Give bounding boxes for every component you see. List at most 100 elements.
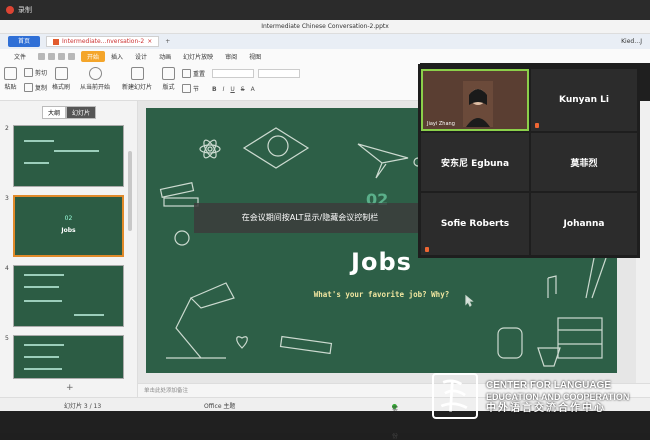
ribbon: 粘贴 剪切 复制 格式刷 从当前开始 新建幻灯片 版式 重置 节 B I U S… xyxy=(0,63,420,101)
meeting-control-hint: 在会议期间按ALT显示/隐藏会议控制栏 xyxy=(194,203,426,233)
theme-name: Office 主题 xyxy=(204,403,236,410)
format-painter-button[interactable]: 格式刷 xyxy=(52,67,70,91)
menu-start[interactable]: 开始 xyxy=(81,50,106,62)
cle-logo-icon xyxy=(432,373,478,419)
play-from-current-button[interactable]: 从当前开始 xyxy=(80,67,110,91)
bold-icon[interactable]: B xyxy=(212,86,217,93)
window-title: Intermediate Chinese Conversation-2.pptx xyxy=(0,20,650,34)
thumb-number: 2 xyxy=(5,125,9,132)
menu-file[interactable]: 文件 xyxy=(8,52,32,61)
scissors-icon xyxy=(24,68,33,77)
thumb-text-line xyxy=(24,300,62,302)
slide-thumbnail[interactable] xyxy=(13,335,124,379)
new-tab-button[interactable]: + xyxy=(165,38,170,45)
thumb-text-line xyxy=(24,140,54,142)
book-icon xyxy=(159,182,195,198)
participant-tile[interactable]: Kunyan Li xyxy=(531,69,637,131)
participant-name: 安东尼 Egbuna xyxy=(440,158,510,169)
user-account[interactable]: Kied…J xyxy=(621,38,642,45)
menu-insert[interactable]: 插入 xyxy=(105,52,129,61)
muted-mic-icon xyxy=(535,123,539,128)
play-icon xyxy=(88,67,102,80)
menu-slideshow[interactable]: 幻灯片放映 xyxy=(177,52,219,61)
print-icon[interactable] xyxy=(48,52,56,60)
tab-slides[interactable]: 幻灯片 xyxy=(66,106,97,119)
quick-access-toolbar xyxy=(32,52,81,60)
new-slide-icon xyxy=(130,67,144,80)
thumb-number: 5 xyxy=(5,335,9,342)
thumb-text-line xyxy=(24,344,64,346)
participant-tile[interactable]: 安东尼 Egbuna xyxy=(421,133,529,191)
thumb-title: Jobs xyxy=(61,227,76,234)
thumbnail-scrollbar[interactable] xyxy=(128,151,132,231)
participant-name: Sofie Roberts xyxy=(440,219,510,229)
paste-button[interactable]: 粘贴 xyxy=(4,67,17,91)
book-icon xyxy=(163,197,199,207)
copy-icon xyxy=(24,83,33,92)
thumb-text-line xyxy=(24,356,59,358)
thumb-section-number: 02 xyxy=(64,215,73,222)
thumb-text-line xyxy=(24,286,59,288)
presentation-icon xyxy=(53,38,60,45)
muted-mic-icon xyxy=(425,247,429,252)
record-icon[interactable] xyxy=(6,6,14,14)
slide-thumbnail[interactable] xyxy=(13,265,124,327)
font-size-select[interactable] xyxy=(258,69,300,78)
reset-button[interactable]: 重置 xyxy=(182,69,205,78)
font-family-select[interactable] xyxy=(212,69,254,78)
participant-tile[interactable]: Johanna xyxy=(531,193,637,255)
participant-tile[interactable]: 莫菲烈 xyxy=(531,133,637,191)
slide-thumbnail-selected[interactable]: 02 Jobs xyxy=(13,195,124,257)
add-slide-button[interactable]: + xyxy=(66,383,74,393)
participant-name: 莫菲烈 xyxy=(570,158,598,169)
thumb-text-line xyxy=(54,150,99,152)
underline-icon[interactable]: U xyxy=(230,86,234,93)
layout-button[interactable]: 版式 xyxy=(162,67,175,91)
reset-icon xyxy=(182,69,191,78)
tab-outline[interactable]: 大纲 xyxy=(42,106,67,119)
participant-tile-active[interactable]: Jiayi Zhang xyxy=(421,69,529,131)
paste-icon xyxy=(4,67,17,80)
undo-icon[interactable] xyxy=(58,52,66,60)
participant-name: Johanna xyxy=(563,219,605,229)
copy-button[interactable]: 复制 xyxy=(24,83,47,92)
brush-icon xyxy=(54,67,68,80)
organization-watermark: CENTER FOR LANGUAGE EDUCATION AND COOPER… xyxy=(432,373,650,421)
save-icon[interactable] xyxy=(38,52,46,60)
section-button[interactable]: 节 xyxy=(182,84,199,93)
person-avatar xyxy=(463,81,493,127)
thumb-number: 3 xyxy=(5,195,9,202)
cut-button[interactable]: 剪切 xyxy=(24,68,47,77)
participant-name: Jiayi Zhang xyxy=(427,121,455,127)
slide-thumbnail-panel: 大纲 幻灯片 2 3 02 Jobs 4 5 + xyxy=(0,101,138,397)
thumb-text-line xyxy=(24,368,62,370)
slide-counter: 幻灯片 3 / 13 xyxy=(64,403,102,410)
menu-animation[interactable]: 动画 xyxy=(153,52,177,61)
layout-icon xyxy=(162,67,175,80)
participant-name: Kunyan Li xyxy=(559,95,609,105)
menu-review[interactable]: 审阅 xyxy=(219,52,243,61)
meeting-top-bar: 录制 xyxy=(0,0,650,20)
tab-document-label: Intermediate...nversation-2 xyxy=(62,38,145,45)
redo-icon[interactable] xyxy=(68,52,76,60)
watermark-line-2: EDUCATION AND COOPERATION xyxy=(486,392,630,402)
slide-thumbnail[interactable] xyxy=(13,125,124,187)
font-color-icon[interactable]: A xyxy=(251,86,255,93)
thumb-number: 4 xyxy=(5,265,9,272)
tab-home[interactable]: 首页 xyxy=(8,36,41,47)
strike-icon[interactable]: S xyxy=(241,86,245,93)
thumb-text-line xyxy=(24,274,64,276)
participant-tile[interactable]: Sofie Roberts xyxy=(421,193,529,255)
watermark-line-1: CENTER FOR LANGUAGE xyxy=(486,380,611,391)
thumb-text-line xyxy=(24,162,49,164)
menu-design[interactable]: 设计 xyxy=(129,52,153,61)
watermark-line-3: 中外语言交流合作中心 xyxy=(486,403,606,414)
thumb-text-line xyxy=(74,314,104,316)
meeting-title: 录制 xyxy=(18,6,32,14)
close-icon[interactable]: × xyxy=(147,36,152,47)
new-slide-button[interactable]: 新建幻灯片 xyxy=(122,67,152,91)
menu-view[interactable]: 视图 xyxy=(243,52,267,61)
format-row: B I U S A xyxy=(212,86,255,93)
tab-document[interactable]: Intermediate...nversation-2 × xyxy=(46,36,160,47)
italic-icon[interactable]: I xyxy=(223,86,225,93)
